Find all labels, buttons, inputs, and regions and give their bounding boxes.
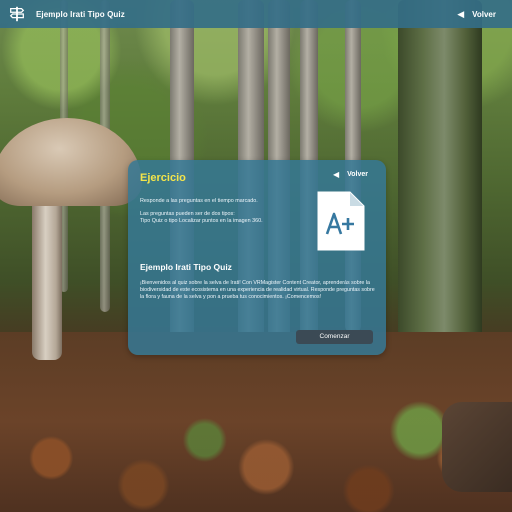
instruction-line: Responde a las preguntas en el tiempo ma… (140, 198, 258, 204)
mushroom-stem (32, 190, 62, 360)
instruction-line: Las preguntas pueden ser de dos tipos: (140, 211, 235, 217)
app-title: Ejemplo Irati Tipo Quiz (36, 9, 125, 19)
top-back-button[interactable]: ◀ Volver (457, 9, 496, 20)
top-back-label: Volver (472, 9, 496, 19)
forest-floor (0, 332, 512, 512)
instructions: Responde a las preguntas en el tiempo ma… (140, 198, 310, 225)
mossy-tree-trunk (398, 0, 482, 362)
chevron-left-icon: ◀ (332, 170, 340, 179)
fallen-log (442, 402, 512, 492)
document-a-plus-icon (317, 191, 365, 251)
quiz-description: ¡Bienvenidos al quiz sobre la selva de I… (140, 280, 375, 300)
exercise-panel: Ejercicio ◀ Volver Responde a las pregun… (128, 160, 386, 355)
instruction-line: Tipo Quiz o tipo Localizar puntos en la … (140, 218, 263, 224)
start-button[interactable]: Comenzar (296, 330, 373, 344)
top-bar: Ejemplo Irati Tipo Quiz ◀ Volver (0, 0, 512, 28)
chevron-left-icon: ◀ (457, 8, 465, 19)
panel-back-button[interactable]: ◀ Volver (333, 170, 368, 179)
signpost-logo-icon (9, 6, 25, 22)
panel-back-label: Volver (347, 171, 368, 178)
quiz-title: Ejemplo Irati Tipo Quiz (140, 262, 232, 272)
panel-title: Ejercicio (140, 172, 186, 184)
